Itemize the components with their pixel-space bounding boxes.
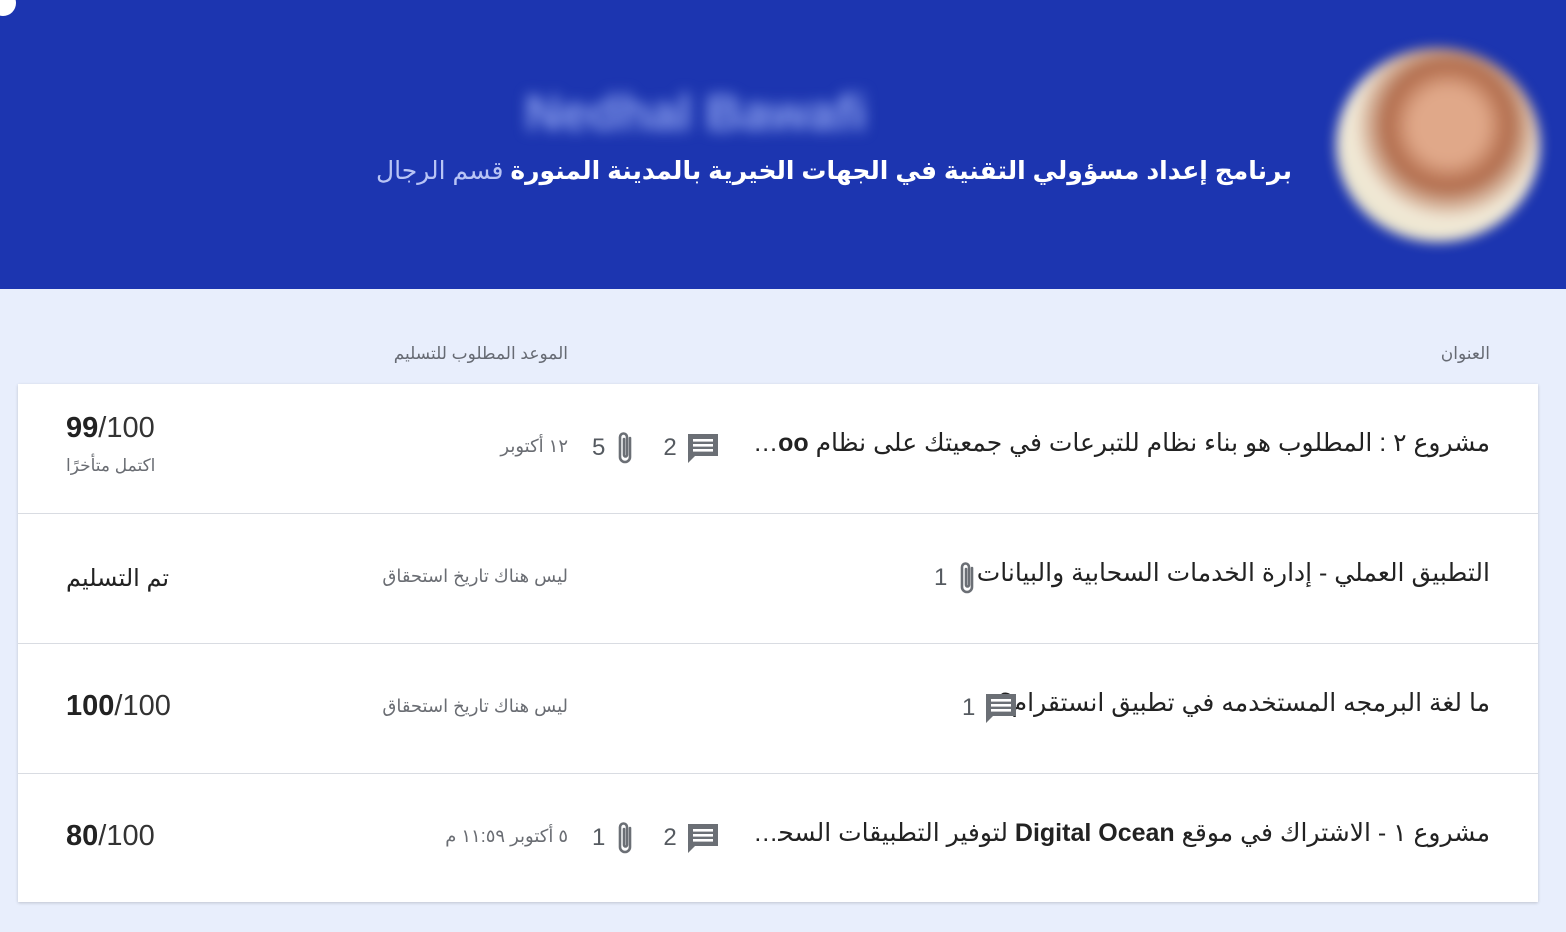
- comment-icon: [687, 824, 718, 853]
- assignment-title-text: ما لغة البرمجه المستخدمه في تطبيق انستقر…: [998, 689, 1490, 717]
- assignment-row[interactable]: ما لغة البرمجه المستخدمه في تطبيق انستقر…: [18, 644, 1538, 774]
- assignment-title[interactable]: مشروع ٢ : المطلوب هو بناء نظام للتبرعات …: [750, 428, 1490, 458]
- profile-header: Nedhal Bawafi برنامج إعداد مسؤولي التقني…: [0, 0, 1566, 289]
- assignment-meta: 1: [934, 560, 979, 596]
- paperclip-icon: [961, 562, 974, 594]
- comment-count-value: 2: [663, 434, 677, 461]
- late-status: اكتمل متأخرًا: [66, 456, 156, 475]
- attachment-count-value: 1: [934, 564, 948, 591]
- assignment-meta: 5 2: [592, 430, 721, 466]
- comment-count: 1: [962, 690, 1019, 726]
- attachment-count-value: 1: [592, 824, 606, 851]
- avatar: [1336, 48, 1540, 242]
- assignments-list: مشروع ٢ : المطلوب هو بناء نظام للتبرعات …: [18, 384, 1538, 902]
- assignment-title[interactable]: مشروع ١ - الاشتراك في موقع Digital Ocean…: [750, 818, 1490, 848]
- paperclip-icon: [619, 822, 632, 854]
- attachment-count: 1: [592, 819, 637, 857]
- assignment-title[interactable]: ما لغة البرمجه المستخدمه في تطبيق انستقر…: [998, 688, 1490, 718]
- assignment-title-bold: Odoo: [750, 429, 809, 457]
- grade-total: /100: [114, 690, 171, 722]
- assignment-title-text: التطبيق العملي - إدارة الخدمات السحابية …: [976, 559, 1490, 587]
- corner-badge: [0, 0, 16, 16]
- assignment-meta: 1 2: [592, 820, 721, 856]
- assignment-row[interactable]: مشروع ١ - الاشتراك في موقع Digital Ocean…: [18, 774, 1538, 902]
- grade-total: /100: [98, 412, 155, 444]
- due-date: ليس هناك تاريخ استحقاق: [382, 566, 568, 586]
- attachment-count: 1: [934, 559, 979, 597]
- course-line: برنامج إعداد مسؤولي التقنية في الجهات ال…: [376, 156, 1292, 186]
- grade-score: 99: [66, 412, 99, 444]
- comment-count-value: 1: [962, 694, 976, 721]
- attachment-count: 5: [592, 429, 637, 467]
- comment-icon: [986, 694, 1017, 723]
- comment-count: 2: [663, 820, 720, 856]
- grade-total: /100: [98, 820, 155, 852]
- assignment-title-text: مشروع ١ - الاشتراك في موقع: [1174, 819, 1490, 847]
- assignment-meta: 1: [962, 690, 1019, 726]
- submission-status: تم التسليم: [66, 565, 170, 592]
- comment-count-value: 2: [663, 824, 677, 851]
- assignment-row[interactable]: التطبيق العملي - إدارة الخدمات السحابية …: [18, 514, 1538, 644]
- assignment-row[interactable]: مشروع ٢ : المطلوب هو بناء نظام للتبرعات …: [18, 384, 1538, 514]
- assignment-title-text: مشروع ٢ : المطلوب هو بناء نظام للتبرعات …: [808, 429, 1490, 457]
- attachment-count-value: 5: [592, 434, 606, 461]
- comment-count: 2: [663, 430, 720, 466]
- course-title[interactable]: برنامج إعداد مسؤولي التقنية في الجهات ال…: [510, 157, 1292, 185]
- assignment-title-suffix: لتوفير التطبيقات السحابية...: [750, 819, 1015, 847]
- paperclip-icon: [619, 432, 632, 464]
- comment-icon: [687, 434, 718, 463]
- student-name: Nedhal Bawafi: [525, 85, 867, 141]
- grade: 80/100: [66, 820, 155, 853]
- grade-score: 100: [66, 690, 115, 722]
- assignment-title[interactable]: التطبيق العملي - إدارة الخدمات السحابية …: [977, 558, 1490, 588]
- grade-score: 80: [66, 820, 99, 852]
- due-date: ٥ أكتوبر ١١:٥٩ م: [445, 826, 568, 846]
- assignment-title-bold: Digital Ocean: [1014, 819, 1175, 847]
- due-date: ١٢ أكتوبر: [500, 436, 568, 456]
- grade: 99/100: [66, 412, 155, 445]
- grade: 100/100: [66, 690, 171, 723]
- due-date: ليس هناك تاريخ استحقاق: [382, 696, 568, 716]
- column-header-title: العنوان: [1440, 344, 1490, 363]
- column-header-due: الموعد المطلوب للتسليم: [393, 344, 568, 363]
- course-section: قسم الرجال: [376, 157, 504, 185]
